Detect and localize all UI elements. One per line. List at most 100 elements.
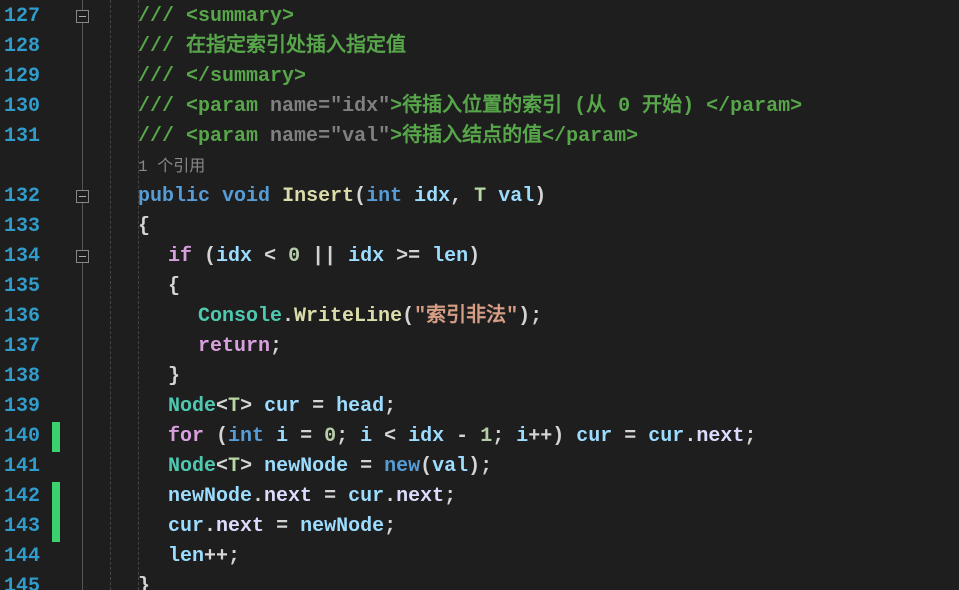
identifier: idx (216, 245, 252, 268)
xmldoc-attr-value: "val" (330, 125, 390, 148)
code-line[interactable]: Node<T> newNode = new(val); (108, 452, 959, 482)
operator: = (288, 425, 324, 448)
identifier: i (360, 425, 372, 448)
code-area[interactable]: /// <summary> /// 在指定索引处插入指定值 /// </summ… (108, 0, 959, 590)
code-line[interactable]: Node<T> cur = head; (108, 392, 959, 422)
line-number: 131 (4, 122, 40, 152)
semicolon: ; (444, 485, 456, 508)
semicolon: ; (384, 515, 396, 538)
codelens-references[interactable]: 1 个引用 (138, 158, 205, 176)
line-number: 145 (4, 572, 40, 590)
identifier: idx (408, 425, 444, 448)
keyword: return (198, 335, 270, 358)
type-param: T (474, 185, 486, 208)
code-line[interactable]: /// 在指定索引处插入指定值 (108, 32, 959, 62)
xmldoc-tag: > (390, 95, 402, 118)
parameter: idx (414, 185, 450, 208)
code-line[interactable]: return; (108, 332, 959, 362)
line-number: 144 (4, 542, 40, 572)
code-line[interactable]: public void Insert(int idx, T val) (108, 182, 959, 212)
keyword: for (168, 425, 204, 448)
dot: . (282, 305, 294, 328)
comma: , (450, 185, 474, 208)
space (210, 185, 222, 208)
code-line[interactable]: newNode.next = cur.next; (108, 482, 959, 512)
identifier: cur (648, 425, 684, 448)
xmldoc-tag: <summary> (186, 5, 294, 28)
code-line[interactable]: } (108, 572, 959, 590)
brace: { (138, 215, 150, 238)
class-name: Node (168, 455, 216, 478)
paren: ( (354, 185, 366, 208)
line-number: 134 (4, 242, 40, 272)
code-line[interactable]: Console.WriteLine("索引非法"); (108, 302, 959, 332)
semicolon: ; (228, 545, 240, 568)
identifier: cur (168, 515, 204, 538)
semicolon: ; (270, 335, 282, 358)
identifier: newNode (168, 485, 252, 508)
code-line[interactable]: len++; (108, 542, 959, 572)
line-number: 128 (4, 32, 40, 62)
parameter: val (498, 185, 534, 208)
keyword: void (222, 185, 270, 208)
operator: = (612, 425, 648, 448)
line-number: 132 (4, 182, 40, 212)
code-line[interactable]: { (108, 212, 959, 242)
identifier: len (168, 545, 204, 568)
dot: . (684, 425, 696, 448)
identifier: cur (348, 485, 384, 508)
code-line[interactable]: cur.next = newNode; (108, 512, 959, 542)
code-line[interactable]: } (108, 362, 959, 392)
angle: < (216, 455, 228, 478)
dot: . (204, 515, 216, 538)
fold-toggle[interactable] (76, 190, 89, 203)
fold-toggle[interactable] (76, 250, 89, 263)
folding-gutter (68, 0, 108, 590)
paren: ) (534, 185, 546, 208)
line-number: 133 (4, 212, 40, 242)
line-number: 140 (4, 422, 40, 452)
code-editor[interactable]: 1271281291301311321331341351361371381391… (0, 0, 959, 590)
keyword: int (366, 185, 402, 208)
operator: ++ (204, 545, 228, 568)
operator: - (444, 425, 480, 448)
xmldoc-text: 待插入位置的索引 (从 0 开始) (402, 95, 706, 118)
number: 0 (324, 425, 336, 448)
line-number: 130 (4, 92, 40, 122)
fold-toggle[interactable] (76, 10, 89, 23)
paren: ( (420, 455, 432, 478)
xmldoc-tag: </summary> (186, 65, 306, 88)
operator: = (264, 515, 300, 538)
code-line[interactable]: /// <summary> (108, 2, 959, 32)
code-line[interactable]: { (108, 272, 959, 302)
line-number: 135 (4, 272, 40, 302)
identifier: len (432, 245, 468, 268)
code-line[interactable]: /// <param name="idx">待插入位置的索引 (从 0 开始) … (108, 92, 959, 122)
xmldoc-slash: /// (138, 125, 186, 148)
xmldoc-slash: /// (138, 65, 186, 88)
field: next (396, 485, 444, 508)
paren: ( (204, 425, 228, 448)
code-line[interactable]: if (idx < 0 || idx >= len) (108, 242, 959, 272)
semicolon: ; (384, 395, 396, 418)
field: next (264, 485, 312, 508)
xmldoc-attr: name (270, 95, 318, 118)
code-line[interactable]: /// <param name="val">待插入结点的值</param> (108, 122, 959, 152)
code-line[interactable]: /// </summary> (108, 62, 959, 92)
dot: . (384, 485, 396, 508)
line-number: 127 (4, 2, 40, 32)
operator: ++ (528, 425, 552, 448)
codelens-line[interactable]: 1 个引用 (108, 152, 959, 182)
semicolon: ; (744, 425, 756, 448)
line-number: 139 (4, 392, 40, 422)
operator: < (372, 425, 408, 448)
code-line[interactable]: for (int i = 0; i < idx - 1; i++) cur = … (108, 422, 959, 452)
xmldoc-eq: = (318, 125, 330, 148)
xmldoc-tag: <param (186, 95, 270, 118)
semicolon: ; (492, 425, 516, 448)
space (486, 185, 498, 208)
number: 1 (480, 425, 492, 448)
field: next (216, 515, 264, 538)
xmldoc-attr-value: "idx" (330, 95, 390, 118)
field: next (696, 425, 744, 448)
